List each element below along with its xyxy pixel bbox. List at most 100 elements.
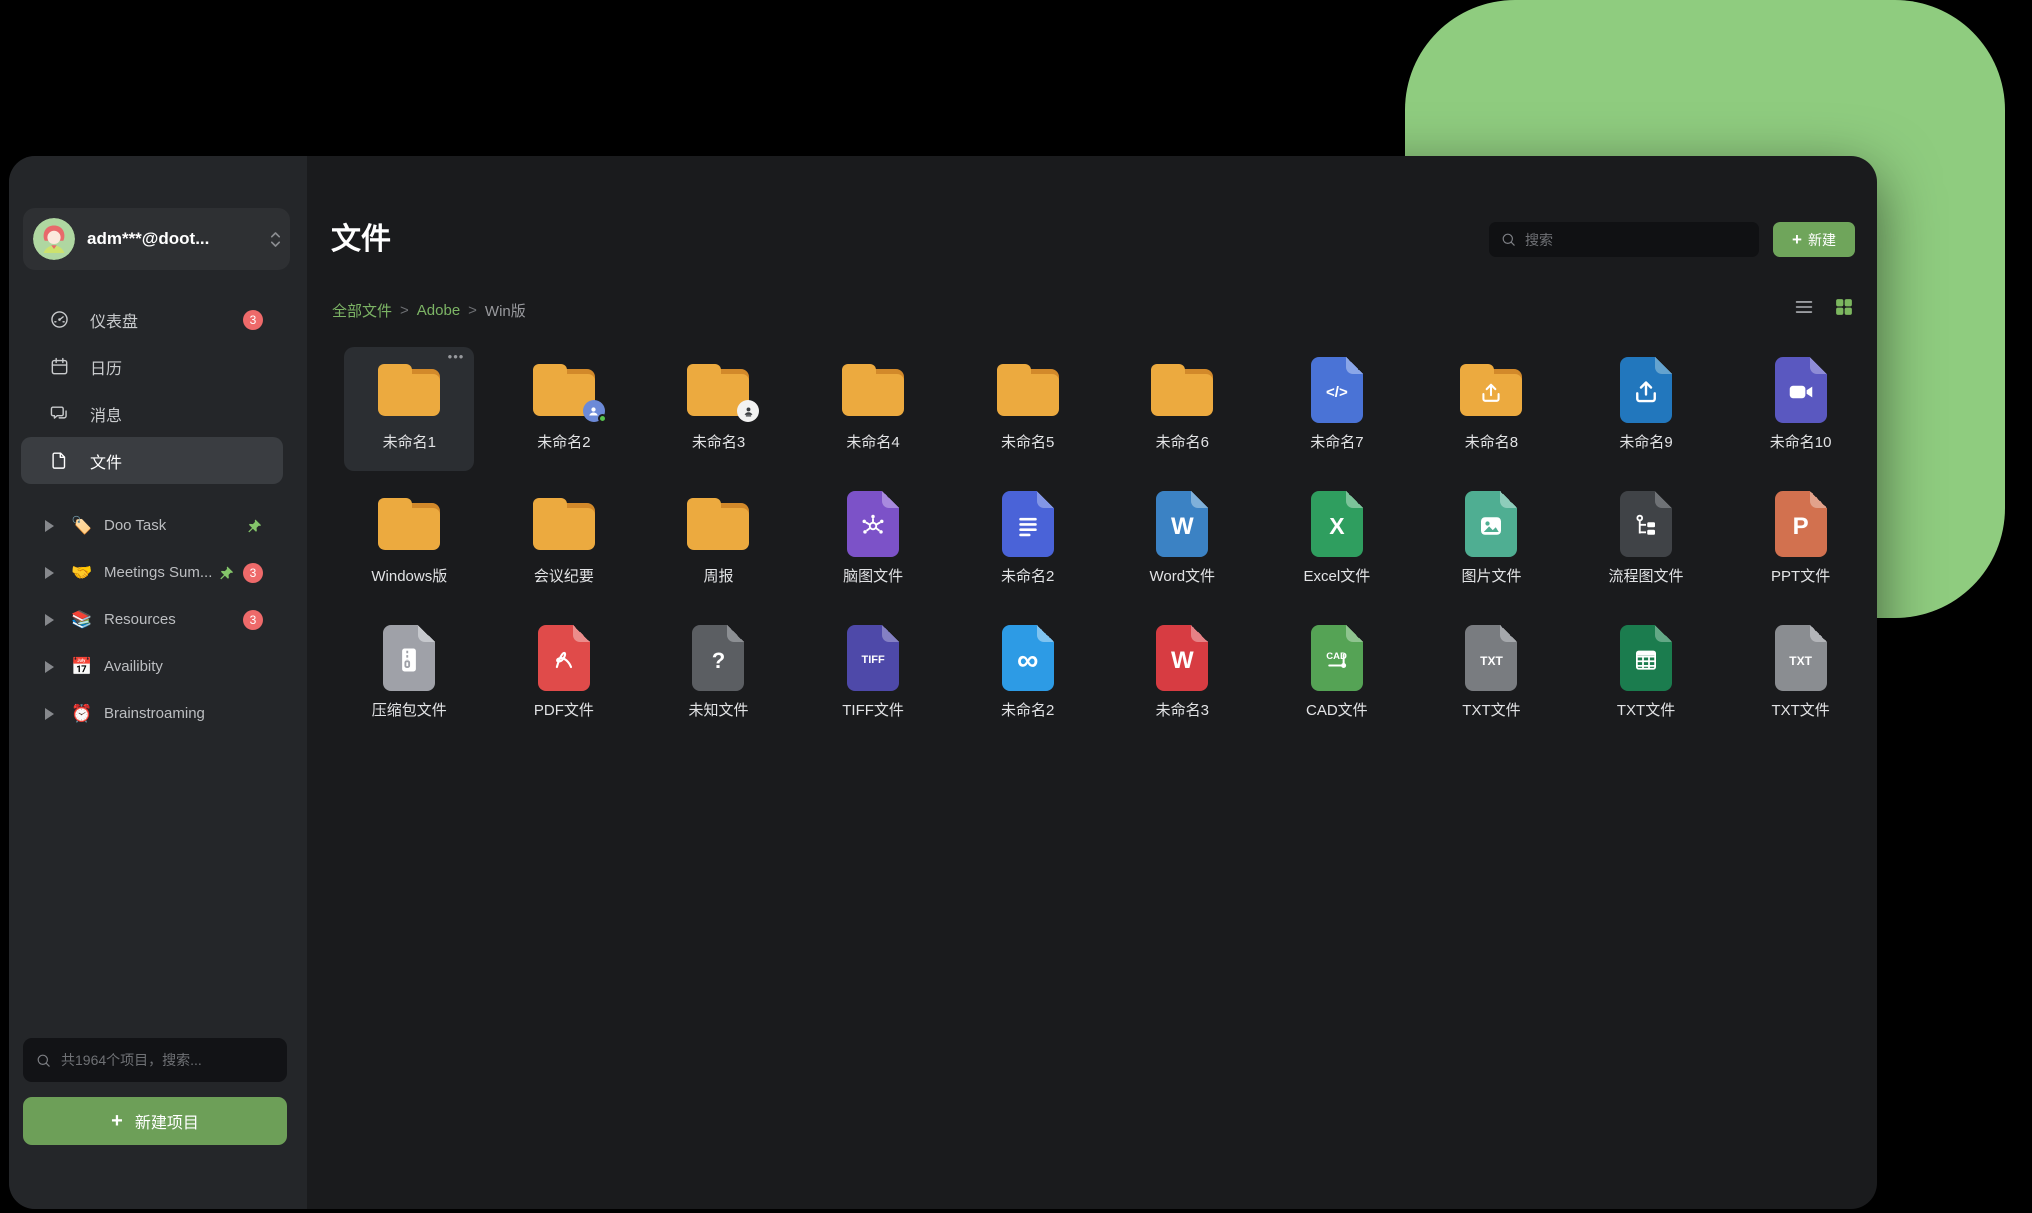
- document-icon: ∞: [1002, 625, 1054, 691]
- file-tile[interactable]: CADCAD文件: [1272, 615, 1402, 739]
- flowchart-icon: [1631, 511, 1661, 541]
- file-label: CAD文件: [1306, 699, 1368, 720]
- file-tile[interactable]: TIFFTIFF文件: [808, 615, 938, 739]
- document-icon: [1620, 625, 1672, 691]
- sidebar-search-input[interactable]: [61, 1052, 275, 1068]
- file-tile[interactable]: 未命名10: [1736, 347, 1866, 471]
- file-icon: [49, 450, 70, 471]
- file-label: 未命名2: [1001, 565, 1054, 586]
- project-item[interactable]: 📚Resources3: [9, 596, 307, 643]
- breadcrumb-link[interactable]: Adobe: [417, 302, 460, 319]
- header-search-input[interactable]: [1525, 232, 1748, 248]
- breadcrumb-separator: >: [468, 302, 477, 319]
- online-dot: [598, 414, 607, 423]
- pin-icon: [246, 517, 263, 534]
- file-tile[interactable]: W未命名3: [1117, 615, 1247, 739]
- sidebar-item-files[interactable]: 文件: [21, 437, 283, 484]
- file-tile[interactable]: TXTTXT文件: [1736, 615, 1866, 739]
- calendar-icon: [49, 356, 70, 377]
- project-item[interactable]: ⏰Brainstroaming: [9, 690, 307, 737]
- folder-tile[interactable]: Windows版: [344, 481, 474, 605]
- folder-tile[interactable]: 会议纪要: [499, 481, 629, 605]
- project-item[interactable]: 🏷️Doo Task: [9, 502, 307, 549]
- file-icon-area: W: [1117, 491, 1247, 557]
- document-icon: P: [1775, 491, 1827, 557]
- breadcrumb: 全部文件>Adobe>Win版: [332, 300, 526, 321]
- file-label: PPT文件: [1771, 565, 1830, 586]
- file-icon-area: [1117, 357, 1247, 423]
- folder-tile[interactable]: 未命名4: [808, 347, 938, 471]
- expand-triangle-icon[interactable]: [45, 708, 54, 720]
- file-tile[interactable]: 未命名9: [1581, 347, 1711, 471]
- folder-tile[interactable]: 未命名8: [1426, 347, 1556, 471]
- grid-view-icon[interactable]: [1833, 296, 1855, 318]
- sidebar-item-label: 仪表盘: [90, 308, 138, 332]
- file-label: 未命名2: [537, 431, 590, 452]
- file-tile[interactable]: P PPT文件: [1736, 481, 1866, 605]
- file-icon-area: TXT: [1736, 625, 1866, 691]
- breadcrumb-separator: >: [400, 302, 409, 319]
- folder-tile[interactable]: 未命名2: [499, 347, 629, 471]
- folder-tile[interactable]: 未命名5: [963, 347, 1093, 471]
- file-tile[interactable]: 未命名2: [963, 481, 1093, 605]
- expand-triangle-icon[interactable]: [45, 567, 54, 579]
- file-label: 未命名8: [1465, 431, 1518, 452]
- file-tile[interactable]: 流程图文件: [1581, 481, 1711, 605]
- file-tile[interactable]: ∞未命名2: [963, 615, 1093, 739]
- video-icon: [1786, 377, 1816, 407]
- folder-tile[interactable]: 周报: [653, 481, 783, 605]
- chevron-updown-icon: [269, 229, 282, 250]
- table-icon: [1631, 645, 1661, 675]
- folder-tile[interactable]: ••• 未命名1: [344, 347, 474, 471]
- file-tile[interactable]: TXT文件: [1581, 615, 1711, 739]
- file-icon-area: TXT: [1426, 625, 1556, 691]
- folder-tile[interactable]: 未命名6: [1117, 347, 1247, 471]
- file-tile[interactable]: 脑图文件: [808, 481, 938, 605]
- new-file-button[interactable]: + 新建: [1773, 222, 1855, 257]
- sidebar-item-dashboard[interactable]: 仪表盘 3: [9, 296, 307, 343]
- new-project-button[interactable]: + 新建项目: [23, 1097, 287, 1145]
- file-tile[interactable]: TXTTXT文件: [1426, 615, 1556, 739]
- project-label: Brainstroaming: [104, 705, 205, 722]
- file-tile[interactable]: 图片文件: [1426, 481, 1556, 605]
- expand-triangle-icon[interactable]: [45, 661, 54, 673]
- file-label: 图片文件: [1461, 565, 1521, 586]
- folder-icon: [378, 498, 440, 550]
- document-icon: [1620, 357, 1672, 423]
- list-view-icon[interactable]: [1793, 296, 1815, 318]
- main-content: 文件 + 新建 全部文件>Adobe>Win版 ••• 未命名1 未命名2 未命…: [307, 156, 1877, 1209]
- file-icon-area: [499, 357, 629, 423]
- unread-badge: 3: [243, 310, 263, 330]
- project-item[interactable]: 🤝Meetings Sum...3: [9, 549, 307, 596]
- project-emoji-icon: 📚: [70, 610, 94, 630]
- account-name: adm***@doot...: [87, 229, 257, 249]
- file-tile[interactable]: ?未知文件: [653, 615, 783, 739]
- document-icon: TXT: [1465, 625, 1517, 691]
- file-label: 会议纪要: [534, 565, 594, 586]
- project-emoji-icon: 🤝: [70, 563, 94, 583]
- search-icon: [1500, 231, 1517, 248]
- breadcrumb-link[interactable]: 全部文件: [332, 300, 392, 321]
- file-tile[interactable]: </>未命名7: [1272, 347, 1402, 471]
- expand-triangle-icon[interactable]: [45, 520, 54, 532]
- file-icon-area: X: [1272, 491, 1402, 557]
- file-icon-area: [653, 357, 783, 423]
- file-tile[interactable]: XExcel文件: [1272, 481, 1402, 605]
- account-switcher[interactable]: adm***@doot...: [23, 208, 290, 270]
- document-icon: [847, 491, 899, 557]
- project-item[interactable]: 📅Availibity: [9, 643, 307, 690]
- plus-icon: +: [1792, 231, 1802, 248]
- file-tile[interactable]: PDF文件: [499, 615, 629, 739]
- folder-icon: [1151, 364, 1213, 416]
- filetype-text-glyph: </>: [1326, 385, 1348, 400]
- document-icon: [1002, 491, 1054, 557]
- folder-tile[interactable]: 未命名3: [653, 347, 783, 471]
- sidebar-item-messages[interactable]: 消息: [9, 390, 307, 437]
- file-grid: ••• 未命名1 未命名2 未命名3 未命名4 未命名5 未命名6</>未命名7…: [332, 347, 1877, 739]
- file-tile[interactable]: 压缩包文件: [344, 615, 474, 739]
- image-icon: [1476, 511, 1506, 541]
- expand-triangle-icon[interactable]: [45, 614, 54, 626]
- pdf-icon: [549, 645, 579, 675]
- sidebar-item-calendar[interactable]: 日历: [9, 343, 307, 390]
- file-tile[interactable]: WWord文件: [1117, 481, 1247, 605]
